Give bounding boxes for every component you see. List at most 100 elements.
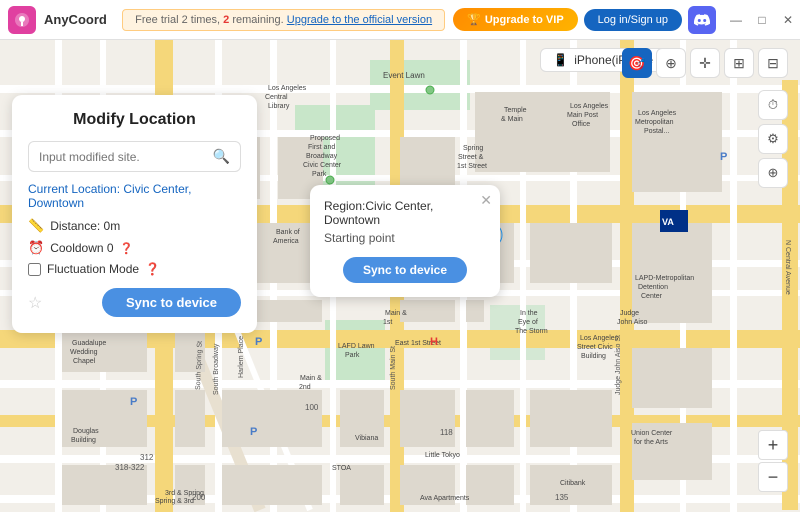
popup-starting-point: Starting point	[324, 231, 486, 245]
svg-text:Event Lawn: Event Lawn	[383, 71, 425, 80]
titlebar: AnyCoord Free trial 2 times, 2 remaining…	[0, 0, 800, 40]
svg-text:Proposed: Proposed	[310, 135, 340, 142]
upgrade-label: Upgrade to VIP	[485, 14, 564, 26]
cooldown-label: Cooldown 0	[50, 241, 113, 255]
svg-text:America: America	[273, 238, 299, 245]
svg-text:3rd & Spring: 3rd & Spring	[165, 490, 204, 497]
location-tool-button[interactable]: 🎯	[622, 48, 652, 78]
panel-title: Modify Location	[28, 111, 241, 129]
trial-banner: Free trial 2 times, 2 remaining. Upgrade…	[122, 9, 445, 31]
svg-text:118: 118	[440, 428, 453, 437]
svg-text:Eye of: Eye of	[518, 319, 538, 326]
svg-text:Center: Center	[641, 293, 663, 300]
cooldown-help-icon[interactable]: ❓	[120, 242, 134, 255]
trial-count: 2	[223, 14, 229, 26]
svg-text:Metropolitan: Metropolitan	[635, 119, 674, 126]
svg-text:Main Post: Main Post	[567, 112, 598, 119]
svg-text:Building: Building	[71, 437, 96, 444]
maximize-button[interactable]: □	[750, 6, 774, 34]
panel-footer: ☆ Sync to device	[28, 288, 241, 317]
upgrade-button[interactable]: 🏆 Upgrade to VIP	[453, 8, 578, 31]
svg-text:Main &: Main &	[385, 310, 407, 317]
svg-text:First and: First and	[308, 144, 335, 151]
settings-button[interactable]: ⚙	[758, 124, 788, 154]
svg-text:P: P	[255, 336, 262, 348]
svg-text:Library: Library	[268, 103, 290, 110]
svg-text:Los Angeles: Los Angeles	[580, 335, 619, 342]
svg-text:Citibank: Citibank	[560, 480, 586, 487]
svg-text:P: P	[720, 151, 727, 163]
fluctuation-row: Fluctuation Mode ❓	[28, 262, 241, 276]
svg-text:Park: Park	[312, 171, 327, 178]
zoom-in-button[interactable]: +	[758, 430, 788, 460]
compass-tool-button[interactable]: ✛	[690, 48, 720, 78]
add-circle-button[interactable]: ⊕	[758, 158, 788, 188]
fluctuation-label: Fluctuation Mode	[47, 262, 139, 276]
current-location[interactable]: Current Location: Civic Center, Downtown	[28, 182, 241, 210]
svg-text:Douglas: Douglas	[73, 428, 99, 435]
discord-button[interactable]	[688, 6, 716, 34]
side-toolbar: ⏱ ⚙ ⊕	[758, 90, 788, 188]
timer-button[interactable]: ⏱	[758, 90, 788, 120]
svg-text:Street Civic: Street Civic	[577, 344, 613, 351]
left-panel: Modify Location 🔍 Current Location: Civi…	[12, 95, 257, 333]
search-input[interactable]	[39, 150, 213, 164]
svg-text:Los Angeles: Los Angeles	[268, 85, 307, 92]
svg-text:LAPD-Metropolitan: LAPD-Metropolitan	[635, 275, 694, 282]
app-icon	[8, 6, 36, 34]
svg-text:H: H	[430, 336, 438, 348]
svg-text:Building: Building	[581, 353, 606, 360]
search-icon[interactable]: 🔍	[213, 148, 230, 165]
search-box: 🔍	[28, 141, 241, 172]
svg-text:Broadway: Broadway	[306, 153, 338, 160]
svg-text:Civic Center: Civic Center	[303, 162, 342, 169]
svg-text:Detention: Detention	[638, 284, 668, 291]
svg-text:& Main: & Main	[501, 116, 523, 123]
svg-text:2nd: 2nd	[299, 384, 311, 391]
export-tool-button[interactable]: ⊟	[758, 48, 788, 78]
svg-text:Chapel: Chapel	[73, 358, 96, 365]
svg-text:135: 135	[555, 493, 569, 502]
minimize-button[interactable]: —	[724, 6, 748, 34]
svg-text:Office: Office	[572, 121, 590, 128]
distance-label: Distance: 0m	[50, 219, 120, 233]
zoom-controls: + −	[758, 430, 788, 492]
svg-text:P: P	[250, 426, 257, 438]
popup-close-button[interactable]: ✕	[480, 193, 492, 207]
svg-text:318-322: 318-322	[115, 463, 145, 472]
svg-text:South Broadway: South Broadway	[213, 343, 220, 395]
svg-text:Little Tokyo: Little Tokyo	[425, 452, 460, 459]
svg-text:Vibiana: Vibiana	[355, 435, 378, 442]
zoom-out-button[interactable]: −	[758, 462, 788, 492]
svg-text:LAFD Lawn: LAFD Lawn	[338, 343, 375, 350]
rotate-tool-button[interactable]: ⊕	[656, 48, 686, 78]
fluctuation-checkbox[interactable]	[28, 263, 41, 276]
svg-text:Judge: Judge	[620, 310, 639, 317]
popup-sync-button[interactable]: Sync to device	[343, 257, 467, 283]
svg-text:STOA: STOA	[332, 465, 351, 472]
move-tool-button[interactable]: ⊞	[724, 48, 754, 78]
svg-text:Bank of: Bank of	[276, 229, 300, 236]
popup-region: Region:Civic Center, Downtown	[324, 199, 486, 227]
svg-text:P: P	[130, 396, 137, 408]
map[interactable]: 200 100 118 135 312 318-322 South Hill S…	[0, 40, 800, 512]
svg-text:for the Arts: for the Arts	[634, 439, 668, 446]
trial-text: Free trial 2 times,	[135, 14, 220, 26]
map-toolbar: 🎯 ⊕ ✛ ⊞ ⊟	[622, 48, 788, 78]
login-button[interactable]: Log in/Sign up	[584, 9, 682, 31]
favorite-button[interactable]: ☆	[28, 293, 42, 313]
svg-text:Wedding: Wedding	[70, 349, 98, 356]
trial-link[interactable]: Upgrade to the official version	[287, 14, 432, 26]
svg-text:Los Angeles: Los Angeles	[570, 103, 609, 110]
window-controls: — □ ✕	[724, 6, 800, 34]
svg-text:1st Street: 1st Street	[457, 163, 487, 170]
svg-text:Los Angeles: Los Angeles	[638, 110, 677, 117]
svg-text:Central: Central	[265, 94, 288, 101]
fluctuation-help-icon[interactable]: ❓	[145, 262, 160, 276]
svg-text:1st: 1st	[383, 319, 392, 326]
close-button[interactable]: ✕	[776, 6, 800, 34]
svg-text:Postal...: Postal...	[644, 128, 669, 135]
sync-button[interactable]: Sync to device	[102, 288, 241, 317]
svg-text:Park: Park	[345, 352, 360, 359]
svg-text:Street &: Street &	[458, 154, 484, 161]
